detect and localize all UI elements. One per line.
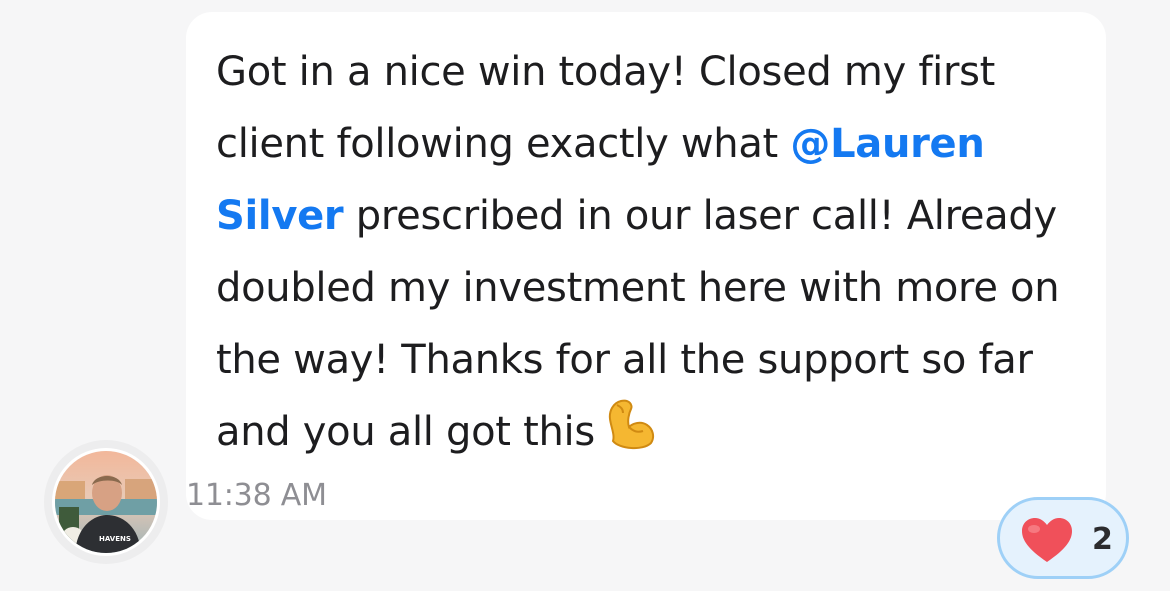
- chat-message: Got in a nice win today! Closed my first…: [0, 0, 1170, 591]
- heart-reaction-button[interactable]: 2: [997, 497, 1129, 579]
- message-text: Got in a nice win today! Closed my first…: [216, 36, 1096, 476]
- heart-icon: [1020, 516, 1074, 568]
- message-timestamp: 11:38 AM: [186, 478, 327, 513]
- user-avatar-photo: HAVENS: [55, 451, 157, 553]
- avatar[interactable]: HAVENS: [52, 448, 160, 556]
- flexed-biceps-icon: [599, 397, 657, 476]
- svg-text:HAVENS: HAVENS: [99, 535, 131, 543]
- reaction-count: 2: [1092, 522, 1113, 557]
